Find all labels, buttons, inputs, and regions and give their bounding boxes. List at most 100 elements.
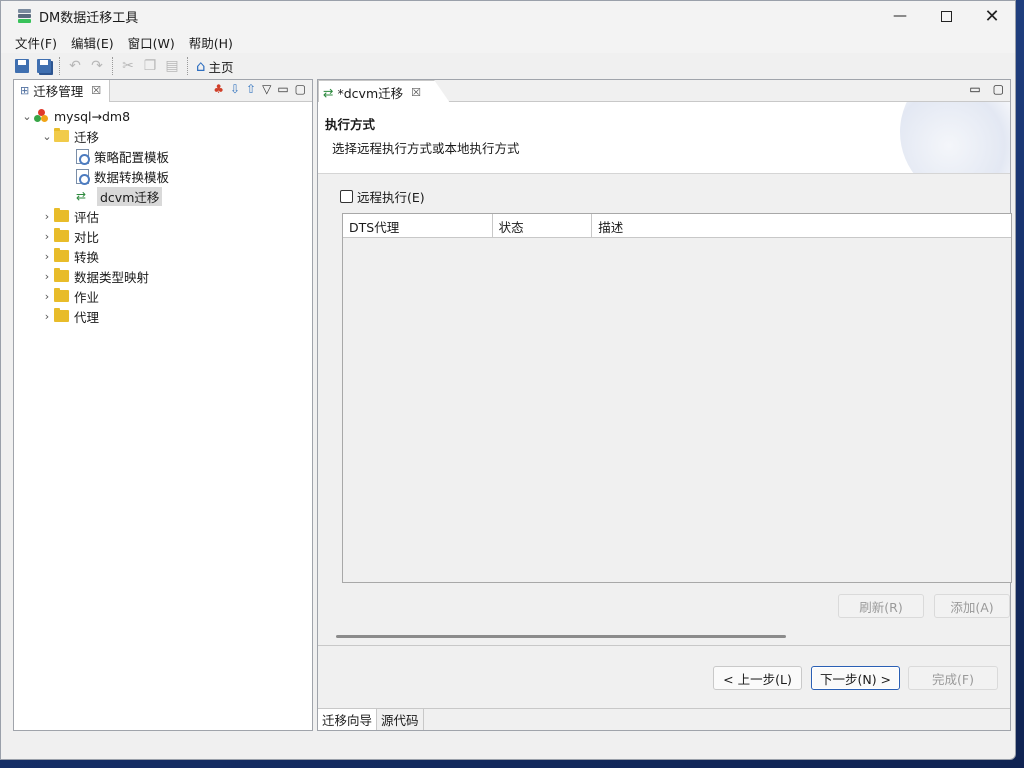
add-agent-button[interactable]: 添加(A) (934, 594, 1010, 618)
minimize-view-icon[interactable]: ▭ (969, 82, 980, 96)
save-all-button[interactable] (33, 55, 55, 77)
toolbar-separator (59, 57, 60, 75)
title-bar: DM数据迁移工具 — ✕ (1, 1, 1015, 31)
editor-tab-label: *dcvm迁移 (337, 85, 404, 101)
folder-icon (54, 228, 69, 242)
folder-icon (54, 308, 69, 322)
import-icon[interactable]: ⇩ (230, 82, 240, 96)
finish-button[interactable]: 完成(F) (908, 666, 998, 690)
editor-tools: ▭ ▢ (969, 82, 1004, 96)
tree-item-label: 策略配置模板 (94, 149, 170, 165)
close-tab-icon[interactable]: ☒ (411, 86, 421, 99)
tab-migration-wizard[interactable]: 迁移向导 (318, 709, 378, 730)
tree-item-folder[interactable]: › 对比 (14, 226, 312, 246)
column-status[interactable]: 状态 (493, 214, 593, 238)
column-dts-agent[interactable]: DTS代理 (343, 214, 493, 238)
folder-open-icon (54, 128, 69, 142)
chevron-down-icon[interactable]: ⌄ (40, 129, 54, 143)
redo-button[interactable]: ↷ (86, 55, 108, 77)
maximize-view-icon[interactable]: ▢ (295, 82, 306, 96)
database-connection-icon (34, 109, 49, 123)
close-button[interactable]: ✕ (969, 1, 1015, 31)
refresh-button[interactable]: 刷新(R) (838, 594, 924, 618)
tab-label: 迁移管理 (33, 84, 84, 99)
chevron-right-icon[interactable]: › (40, 309, 54, 323)
wizard-title: 执行方式 (325, 117, 376, 132)
minimize-button[interactable]: — (877, 1, 923, 31)
minimize-icon: — (893, 8, 907, 24)
chevron-down-icon[interactable]: ⌄ (20, 109, 34, 123)
chevron-right-icon[interactable]: › (40, 209, 54, 223)
new-project-icon[interactable]: ♣ (213, 82, 224, 96)
window-title: DM数据迁移工具 (39, 10, 139, 26)
minimize-view-icon[interactable]: ▭ (277, 82, 288, 96)
menu-window[interactable]: 窗口(W) (121, 33, 182, 52)
app-database-icon (17, 8, 33, 24)
home-icon: ⌂ (196, 57, 206, 75)
export-icon[interactable]: ⇧ (246, 82, 256, 96)
copy-button[interactable]: ❐ (139, 55, 161, 77)
cut-button[interactable]: ✂ (117, 55, 139, 77)
tree-item-folder[interactable]: › 数据类型映射 (14, 266, 312, 286)
paste-button[interactable]: ▤ (161, 55, 183, 77)
folder-icon (54, 288, 69, 302)
tree-item-strategy-template[interactable]: 策略配置模板 (14, 146, 312, 166)
tree-root-label: mysql→dm8 (54, 108, 131, 124)
folder-icon (54, 248, 69, 262)
migration-editor: ⇄ *dcvm迁移 ☒ ▭ ▢ 执行方式 选择远程执行方式或本地执行方式 远程执… (317, 79, 1012, 731)
chevron-right-icon[interactable]: › (40, 229, 54, 243)
tree-item-migrate-folder[interactable]: ⌄ 迁移 (14, 126, 312, 146)
menu-file[interactable]: 文件(F) (1, 33, 64, 52)
tab-migration-manager[interactable]: ⊞ 迁移管理 ☒ (14, 79, 111, 102)
home-label: 主页 (208, 59, 234, 75)
tree-item-label: 数据转换模板 (94, 169, 170, 185)
maximize-icon (940, 10, 952, 22)
chevron-right-icon[interactable]: › (40, 249, 54, 263)
tree-item-folder[interactable]: › 评估 (14, 206, 312, 226)
remote-execution-option[interactable]: 远程执行(E) (340, 187, 425, 206)
menu-edit[interactable]: 编辑(E) (64, 33, 121, 52)
save-button[interactable] (11, 55, 33, 77)
table-header: DTS代理 状态 描述 (343, 214, 1011, 238)
home-button[interactable]: ⌂ 主页 (192, 57, 238, 76)
back-button[interactable]: < 上一步(L) (713, 666, 802, 690)
migration-arrows-icon: ⇄ (76, 189, 87, 203)
tree-item-root[interactable]: ⌄ mysql→dm8 (14, 106, 312, 126)
tree-item-folder[interactable]: › 作业 (14, 286, 312, 306)
wizard-banner-decoration (900, 102, 1010, 173)
maximize-view-icon[interactable]: ▢ (993, 82, 1004, 96)
tree-item-dcvm-migration[interactable]: ⇄ dcvm迁移 (14, 186, 312, 206)
tree-view-icon: ⊞ (20, 84, 30, 97)
undo-button[interactable]: ↶ (64, 55, 86, 77)
paste-icon: ▤ (165, 58, 179, 74)
wizard-header: 执行方式 选择远程执行方式或本地执行方式 (318, 102, 1010, 174)
tree-item-transform-template[interactable]: 数据转换模板 (14, 166, 312, 186)
folder-label: 代理 (74, 309, 100, 325)
tab-dcvm-migration[interactable]: ⇄ *dcvm迁移 ☒ (318, 80, 450, 103)
window-controls: — ✕ (877, 1, 1015, 31)
tree-item-folder[interactable]: › 转换 (14, 246, 312, 266)
menu-help[interactable]: 帮助(H) (182, 33, 240, 52)
folder-icon (54, 208, 69, 222)
folder-label: 数据类型映射 (74, 269, 150, 285)
redo-icon: ↷ (91, 58, 103, 74)
close-tab-icon[interactable]: ☒ (91, 84, 101, 97)
tab-source-code[interactable]: 源代码 (377, 709, 424, 730)
remote-execution-checkbox[interactable] (340, 190, 353, 203)
cut-icon: ✂ (122, 58, 134, 74)
dts-agent-table[interactable]: DTS代理 状态 描述 (342, 213, 1012, 583)
migration-arrows-icon: ⇄ (323, 84, 334, 100)
editor-bottom-tabs: 迁移向导 源代码 (318, 708, 1010, 730)
view-menu-icon[interactable]: ▽ (262, 82, 271, 96)
chevron-right-icon[interactable]: › (40, 269, 54, 283)
remote-execution-label: 远程执行(E) (357, 190, 425, 205)
horizontal-scrollbar[interactable] (336, 635, 786, 638)
next-button[interactable]: 下一步(N) > (811, 666, 900, 690)
toolbar-separator (187, 57, 188, 75)
folder-label: 迁移 (74, 129, 100, 145)
column-description[interactable]: 描述 (592, 214, 1011, 238)
maximize-button[interactable] (923, 1, 969, 31)
chevron-right-icon[interactable]: › (40, 289, 54, 303)
tree-item-folder[interactable]: › 代理 (14, 306, 312, 326)
save-all-icon (37, 59, 51, 73)
